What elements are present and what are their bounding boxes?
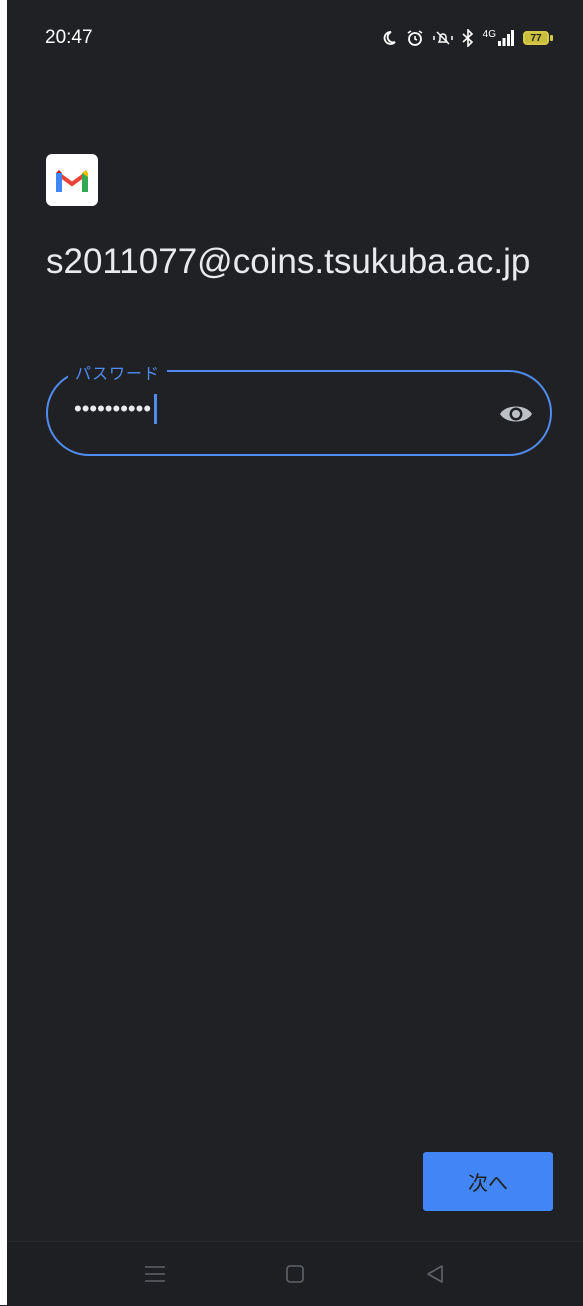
gmail-logo (46, 154, 98, 206)
password-field-label: パスワード (68, 360, 168, 384)
bluetooth-icon (462, 29, 474, 47)
battery-level: 77 (523, 31, 549, 45)
status-bar: 20:47 4G 77 (7, 0, 583, 76)
status-icons: 4G 77 (381, 29, 553, 47)
signal-icon: 4G (483, 30, 514, 46)
home-icon[interactable] (280, 1259, 310, 1289)
battery-icon: 77 (523, 31, 553, 45)
text-cursor (154, 394, 157, 424)
menu-icon[interactable] (140, 1259, 170, 1289)
screen-edge (0, 0, 7, 1305)
status-time: 20:47 (45, 27, 93, 48)
vibrate-off-icon (432, 30, 453, 46)
back-icon[interactable] (420, 1259, 450, 1289)
password-masked-value: •••••••••• (74, 396, 152, 421)
account-email: s2011077@coins.tsukuba.ac.jp (46, 242, 531, 281)
next-button[interactable]: 次へ (423, 1152, 553, 1211)
password-field[interactable]: パスワード •••••••••• (46, 360, 552, 456)
eye-icon[interactable] (498, 396, 534, 432)
navigation-bar (7, 1241, 583, 1306)
network-type: 4G (482, 29, 496, 40)
alarm-icon (406, 29, 424, 47)
moon-icon (381, 30, 397, 46)
password-input[interactable]: •••••••••• (74, 394, 157, 424)
